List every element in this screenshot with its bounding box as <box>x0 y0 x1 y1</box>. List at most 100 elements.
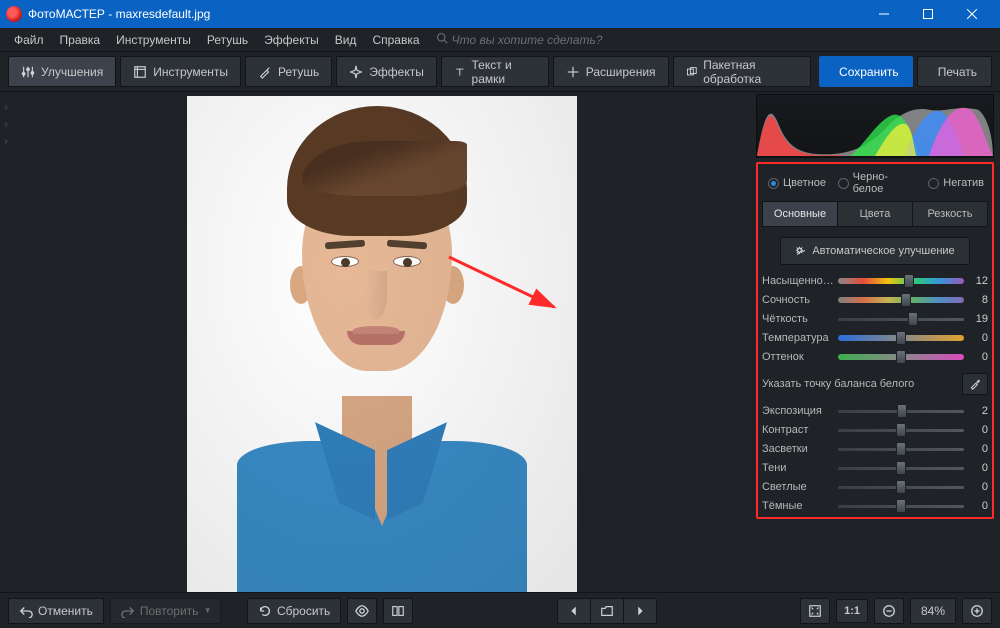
slider-clarity-track[interactable] <box>838 315 964 323</box>
slider-exposure: Экспозиция 2 <box>762 405 988 417</box>
histogram <box>756 94 994 158</box>
tab-text[interactable]: Текст и рамки <box>441 56 549 87</box>
slider-temperature-value: 0 <box>968 332 988 344</box>
tab-tools[interactable]: Инструменты <box>120 56 241 87</box>
open-folder-button[interactable] <box>591 599 624 623</box>
slider-vibrance-label: Сочность <box>762 294 834 306</box>
chevron-right-icon[interactable]: › <box>4 136 7 147</box>
reset-label: Сбросить <box>277 604 330 618</box>
slider-tint-track[interactable] <box>838 353 964 361</box>
eye-button[interactable] <box>347 598 377 624</box>
slider-exposure-label: Экспозиция <box>762 405 834 417</box>
menu-tools[interactable]: Инструменты <box>108 33 199 47</box>
slider-blacks-track[interactable] <box>838 502 964 510</box>
tab-extensions-label: Расширения <box>586 65 656 79</box>
subtab-colors[interactable]: Цвета <box>838 202 913 226</box>
slider-exposure-value: 2 <box>968 405 988 417</box>
slider-contrast-track[interactable] <box>838 426 964 434</box>
zoom-in-button[interactable] <box>962 598 992 624</box>
tab-batch[interactable]: Пакетная обработка <box>673 56 812 87</box>
slider-whites: Светлые 0 <box>762 481 988 493</box>
slider-whites-track[interactable] <box>838 483 964 491</box>
tab-batch-label: Пакетная обработка <box>703 58 798 86</box>
undo-label: Отменить <box>38 604 93 618</box>
menu-retouch[interactable]: Ретушь <box>199 33 256 47</box>
redo-label: Повторить <box>140 604 199 618</box>
slider-whites-label: Светлые <box>762 481 834 493</box>
menu-file[interactable]: Файл <box>6 33 52 47</box>
slider-saturation-track[interactable] <box>838 277 964 285</box>
slider-shadows: Тени 0 <box>762 462 988 474</box>
minimize-button[interactable] <box>862 0 906 28</box>
maximize-button[interactable] <box>906 0 950 28</box>
slider-tint: Оттенок 0 <box>762 351 988 363</box>
tool-tabs: Улучшения Инструменты Ретушь Эффекты Тек… <box>0 52 1000 92</box>
slider-tint-label: Оттенок <box>762 351 834 363</box>
compare-button[interactable] <box>383 598 413 624</box>
save-button[interactable]: Сохранить <box>819 56 913 87</box>
chevron-right-icon[interactable]: › <box>4 102 7 113</box>
tab-retouch[interactable]: Ретушь <box>245 56 332 87</box>
color-mode-radios: Цветное Черно-белое Негатив <box>762 167 988 197</box>
search-icon <box>436 32 448 47</box>
slider-temperature: Температура 0 <box>762 332 988 344</box>
menu-edit[interactable]: Правка <box>52 33 109 47</box>
reset-button[interactable]: Сбросить <box>247 598 341 624</box>
canvas-area[interactable] <box>12 92 752 592</box>
redo-button[interactable]: Повторить ▾ <box>110 598 221 624</box>
tab-enhance[interactable]: Улучшения <box>8 56 116 87</box>
tab-text-label: Текст и рамки <box>472 58 536 86</box>
preview-image <box>187 96 577 592</box>
slider-clarity-value: 19 <box>968 313 988 325</box>
fit-screen-button[interactable] <box>800 598 830 624</box>
slider-saturation-value: 12 <box>968 275 988 287</box>
white-balance-row: Указать точку баланса белого <box>762 369 988 399</box>
radio-negative[interactable]: Негатив <box>928 177 984 189</box>
auto-enhance-button[interactable]: Автоматическое улучшение <box>780 237 970 265</box>
slider-blacks-value: 0 <box>968 500 988 512</box>
tab-extensions[interactable]: Расширения <box>553 56 669 87</box>
slider-temperature-label: Температура <box>762 332 834 344</box>
subtab-sharpness[interactable]: Резкость <box>913 202 987 226</box>
panel-highlight-box: Цветное Черно-белое Негатив Основные Цве… <box>756 162 994 519</box>
white-balance-label: Указать точку баланса белого <box>762 378 914 390</box>
print-button[interactable]: Печать <box>917 56 992 87</box>
slider-contrast-value: 0 <box>968 424 988 436</box>
next-image-button[interactable] <box>624 599 656 623</box>
slider-clarity-label: Чёткость <box>762 313 834 325</box>
slider-vibrance-track[interactable] <box>838 296 964 304</box>
slider-highlights-value: 0 <box>968 443 988 455</box>
undo-button[interactable]: Отменить <box>8 598 104 624</box>
app-logo-icon <box>6 6 22 22</box>
window-title: ФотоМАСТЕР - maxresdefault.jpg <box>28 7 862 21</box>
slider-shadows-track[interactable] <box>838 464 964 472</box>
bottombar: Отменить Повторить ▾ Сбросить 1:1 84% <box>0 592 1000 628</box>
slider-temperature-track[interactable] <box>838 334 964 342</box>
menu-help[interactable]: Справка <box>364 33 427 47</box>
chevron-right-icon[interactable]: › <box>4 119 7 130</box>
zoom-1to1-button[interactable]: 1:1 <box>836 599 868 623</box>
slider-vibrance-value: 8 <box>968 294 988 306</box>
slider-clarity: Чёткость 19 <box>762 313 988 325</box>
menubar: Файл Правка Инструменты Ретушь Эффекты В… <box>0 28 1000 52</box>
radio-color[interactable]: Цветное <box>768 177 826 189</box>
tab-effects[interactable]: Эффекты <box>336 56 437 87</box>
radio-bw[interactable]: Черно-белое <box>838 171 916 195</box>
close-button[interactable] <box>950 0 994 28</box>
slider-highlights: Засветки 0 <box>762 443 988 455</box>
menu-view[interactable]: Вид <box>327 33 365 47</box>
slider-highlights-track[interactable] <box>838 445 964 453</box>
subtab-basic[interactable]: Основные <box>763 202 838 226</box>
prev-image-button[interactable] <box>558 599 591 623</box>
white-balance-picker-button[interactable] <box>962 373 988 395</box>
zoom-value[interactable]: 84% <box>910 598 956 624</box>
search-hint[interactable]: Что вы хотите сделать? <box>452 33 603 47</box>
sliders-top: Насыщенность 12 Сочность 8 Чёткость 19 Т… <box>762 273 988 365</box>
slider-shadows-value: 0 <box>968 462 988 474</box>
menu-effects[interactable]: Эффекты <box>256 33 327 47</box>
zoom-out-button[interactable] <box>874 598 904 624</box>
tab-enhance-label: Улучшения <box>41 65 103 79</box>
slider-exposure-track[interactable] <box>838 407 964 415</box>
slider-tint-value: 0 <box>968 351 988 363</box>
tab-effects-label: Эффекты <box>369 65 424 79</box>
